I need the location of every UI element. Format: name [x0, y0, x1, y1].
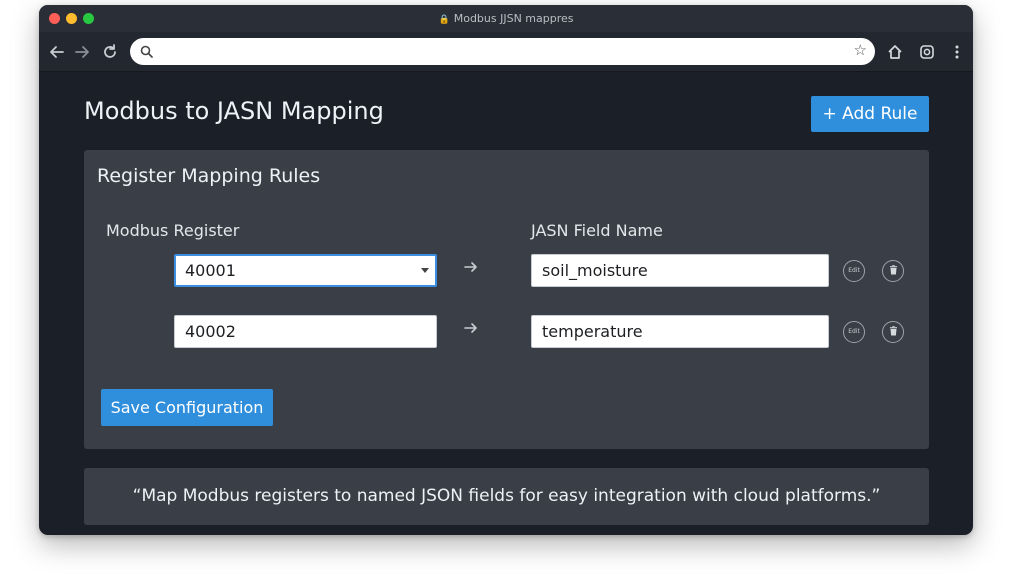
page-content: Modbus to JASN Mapping + Add Rule Regist…: [39, 72, 973, 535]
register-value-1: 40001: [185, 261, 236, 280]
register-select-1[interactable]: 40001: [174, 254, 437, 287]
chevron-down-icon: [421, 268, 429, 273]
back-arrow-icon[interactable]: [47, 42, 67, 62]
search-icon: [140, 45, 153, 58]
window-title-text: Modbus JJSN mappres: [453, 12, 574, 25]
trash-icon[interactable]: [882, 260, 904, 282]
info-note-text: “Map Modbus registers to named JSON fiel…: [132, 486, 881, 506]
panel-title: Register Mapping Rules: [97, 165, 321, 187]
lock-icon: 🔒: [438, 15, 450, 25]
field-column-label: JASN Field Name: [531, 221, 663, 240]
address-input[interactable]: [158, 41, 838, 62]
field-name-value-1: soil_moisture: [542, 261, 648, 280]
reload-icon[interactable]: [100, 42, 120, 62]
field-name-input-2[interactable]: temperature: [531, 315, 829, 348]
window-title: 🔒 Modbus JJSN mappres: [39, 12, 973, 25]
edit-icon[interactable]: Edit: [843, 260, 865, 282]
forward-arrow-icon[interactable]: [72, 42, 92, 62]
field-name-input-1[interactable]: soil_moisture: [531, 254, 829, 287]
info-note: “Map Modbus registers to named JSON fiel…: [84, 468, 929, 525]
register-value-2: 40002: [185, 322, 236, 341]
arrow-right-icon: [463, 320, 479, 340]
edit-icon[interactable]: Edit: [843, 321, 865, 343]
mapping-rules-panel: Register Mapping Rules Modbus Register J…: [84, 150, 929, 449]
browser-toolbar: ☆: [39, 32, 973, 72]
arrow-right-icon: [463, 259, 479, 279]
star-icon[interactable]: ☆: [854, 41, 867, 59]
home-icon[interactable]: [885, 42, 905, 62]
edit-label-1: Edit: [848, 267, 860, 274]
add-rule-button[interactable]: + Add Rule: [811, 96, 929, 132]
title-bar: 🔒 Modbus JJSN mappres: [39, 5, 973, 32]
kebab-menu-icon[interactable]: [947, 42, 967, 62]
address-bar[interactable]: ☆: [130, 38, 875, 65]
register-input-2[interactable]: 40002: [174, 315, 437, 348]
browser-window: 🔒 Modbus JJSN mappres ☆ Modbus to JASN Ma…: [39, 5, 973, 535]
trash-icon[interactable]: [882, 321, 904, 343]
save-configuration-button[interactable]: Save Configuration: [101, 389, 273, 426]
page-title: Modbus to JASN Mapping: [84, 97, 384, 125]
extension-icon[interactable]: [917, 42, 937, 62]
edit-label-2: Edit: [848, 328, 860, 335]
register-column-label: Modbus Register: [106, 221, 240, 240]
field-name-value-2: temperature: [542, 322, 643, 341]
